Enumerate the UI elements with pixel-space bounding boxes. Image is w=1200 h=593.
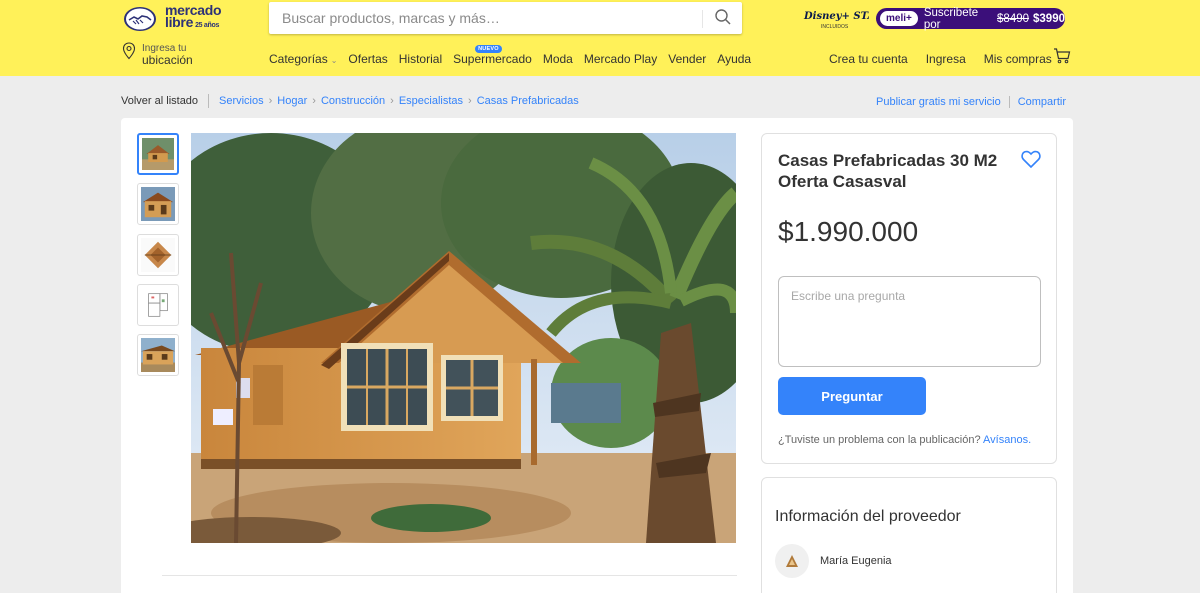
promo-text: Suscribete por [923, 6, 979, 31]
nav-ofertas[interactable]: Ofertas [348, 52, 387, 66]
floor-plan-thumbnail-image [141, 288, 175, 322]
disney-sub-label: INCLUIDOS [821, 24, 849, 30]
nav-ayuda[interactable]: Ayuda [717, 52, 751, 66]
ask-question-button[interactable]: Preguntar [778, 377, 926, 415]
search-box [269, 2, 742, 34]
nav-moda[interactable]: Moda [543, 52, 573, 66]
account-nav: Crea tu cuenta Ingresa Mis compras [829, 52, 1070, 66]
login-link[interactable]: Ingresa [926, 52, 966, 66]
chevron-right-icon: › [312, 95, 316, 107]
cabin-thumbnail-image [142, 138, 174, 170]
report-problem: ¿Tuviste un problema con la publicación?… [778, 434, 1031, 446]
thumbnail-2[interactable] [137, 183, 179, 225]
nav-supermercado[interactable]: NUEVO Supermercado [453, 45, 532, 66]
chevron-right-icon: › [268, 95, 273, 107]
location-label: ubicación [142, 53, 193, 67]
cabin-side-thumbnail-image [141, 338, 175, 372]
chevron-down-icon: ⌄ [330, 56, 338, 65]
search-divider [702, 10, 703, 28]
thumbnail-4[interactable] [137, 284, 179, 326]
nav-historial[interactable]: Historial [399, 52, 442, 66]
nav-vender[interactable]: Vender [668, 52, 706, 66]
cart-icon[interactable] [1053, 48, 1071, 64]
thumbnail-3[interactable] [137, 234, 179, 276]
breadcrumb-divider [208, 94, 209, 108]
main-product-image[interactable] [191, 133, 736, 543]
breadcrumb: Volver al listado Servicios › Hogar › Constr… [121, 94, 1066, 110]
report-problem-link[interactable]: Avísanos. [983, 434, 1031, 446]
chevron-right-icon: › [390, 95, 394, 107]
buy-box: Casas Prefabricadas 30 M2 Oferta Casasva… [761, 133, 1057, 464]
cabin-plan-3d-thumbnail-image [141, 238, 175, 272]
question-textarea[interactable] [778, 276, 1041, 367]
provider-avatar[interactable] [775, 544, 809, 578]
thumbnail-1[interactable] [137, 133, 179, 175]
meli-plus-chip: meli+ [880, 11, 918, 26]
listing-price: $1.990.000 [778, 216, 919, 247]
search-input[interactable] [269, 2, 689, 34]
logo-wordmark[interactable]: mercado libre 25 años [165, 3, 222, 32]
breadcrumb-item-especialistas[interactable]: Especialistas [399, 95, 463, 107]
image-divider [162, 575, 737, 576]
cabin-front-thumbnail-image [141, 187, 175, 221]
breadcrumb-trail: Servicios › Hogar › Construcción › Especialist… [219, 95, 579, 107]
listing-title: Casas Prefabricadas 30 M2 Oferta Casasva… [778, 151, 998, 191]
provider-info-card: Información del proveedor María Eugenia [761, 477, 1057, 593]
promo-new-price: $3990 [1033, 12, 1065, 25]
provider-logo-icon [786, 555, 798, 567]
nav-categorias[interactable]: Categorías ⌄ [269, 52, 337, 66]
main-nav: Categorías ⌄ Ofertas Historial NUEVO Super… [269, 45, 762, 66]
create-account-link[interactable]: Crea tu cuenta [829, 52, 908, 66]
breadcrumb-actions: Publicar gratis mi servicio Compartir [876, 96, 1066, 109]
chevron-right-icon: › [468, 95, 472, 107]
breadcrumb-item-construccion[interactable]: Construcción [321, 95, 385, 107]
prefab-cabin-photo [191, 133, 736, 543]
nuevo-badge: NUEVO [475, 45, 502, 53]
disney-label: Disney+ STAR+ [803, 11, 869, 22]
nav-mercado-play[interactable]: Mercado Play [584, 52, 657, 66]
disney-star-plus-logo[interactable]: Disney+ STAR+ INCLUIDOS [803, 8, 869, 30]
action-divider [1008, 96, 1010, 109]
search-icon[interactable] [714, 8, 732, 26]
publish-service-link[interactable]: Publicar gratis mi servicio [876, 96, 1001, 108]
breadcrumb-item-hogar[interactable]: Hogar [277, 95, 307, 107]
provider-heading: Información del proveedor [775, 508, 961, 525]
meli-plus-promo-banner[interactable]: meli+ Suscribete por $8490 $3990 [876, 6, 1065, 31]
breadcrumb-item-casas-prefabricadas[interactable]: Casas Prefabricadas [477, 95, 579, 107]
thumbnail-5[interactable] [137, 334, 179, 376]
header-bar: mercado libre25 años Disney+ STAR+ INCLU… [0, 0, 1200, 76]
location-pin-icon [122, 42, 136, 60]
breadcrumb-item-servicios[interactable]: Servicios [219, 95, 264, 107]
share-link[interactable]: Compartir [1018, 96, 1066, 108]
my-purchases-link[interactable]: Mis compras [984, 52, 1052, 66]
back-to-list-link[interactable]: Volver al listado [121, 95, 198, 107]
promo-old-price: $8490 [997, 12, 1030, 25]
heart-icon[interactable] [1021, 150, 1041, 168]
provider-name[interactable]: María Eugenia [820, 555, 892, 567]
report-problem-text: ¿Tuviste un problema con la publicación? [778, 434, 981, 446]
